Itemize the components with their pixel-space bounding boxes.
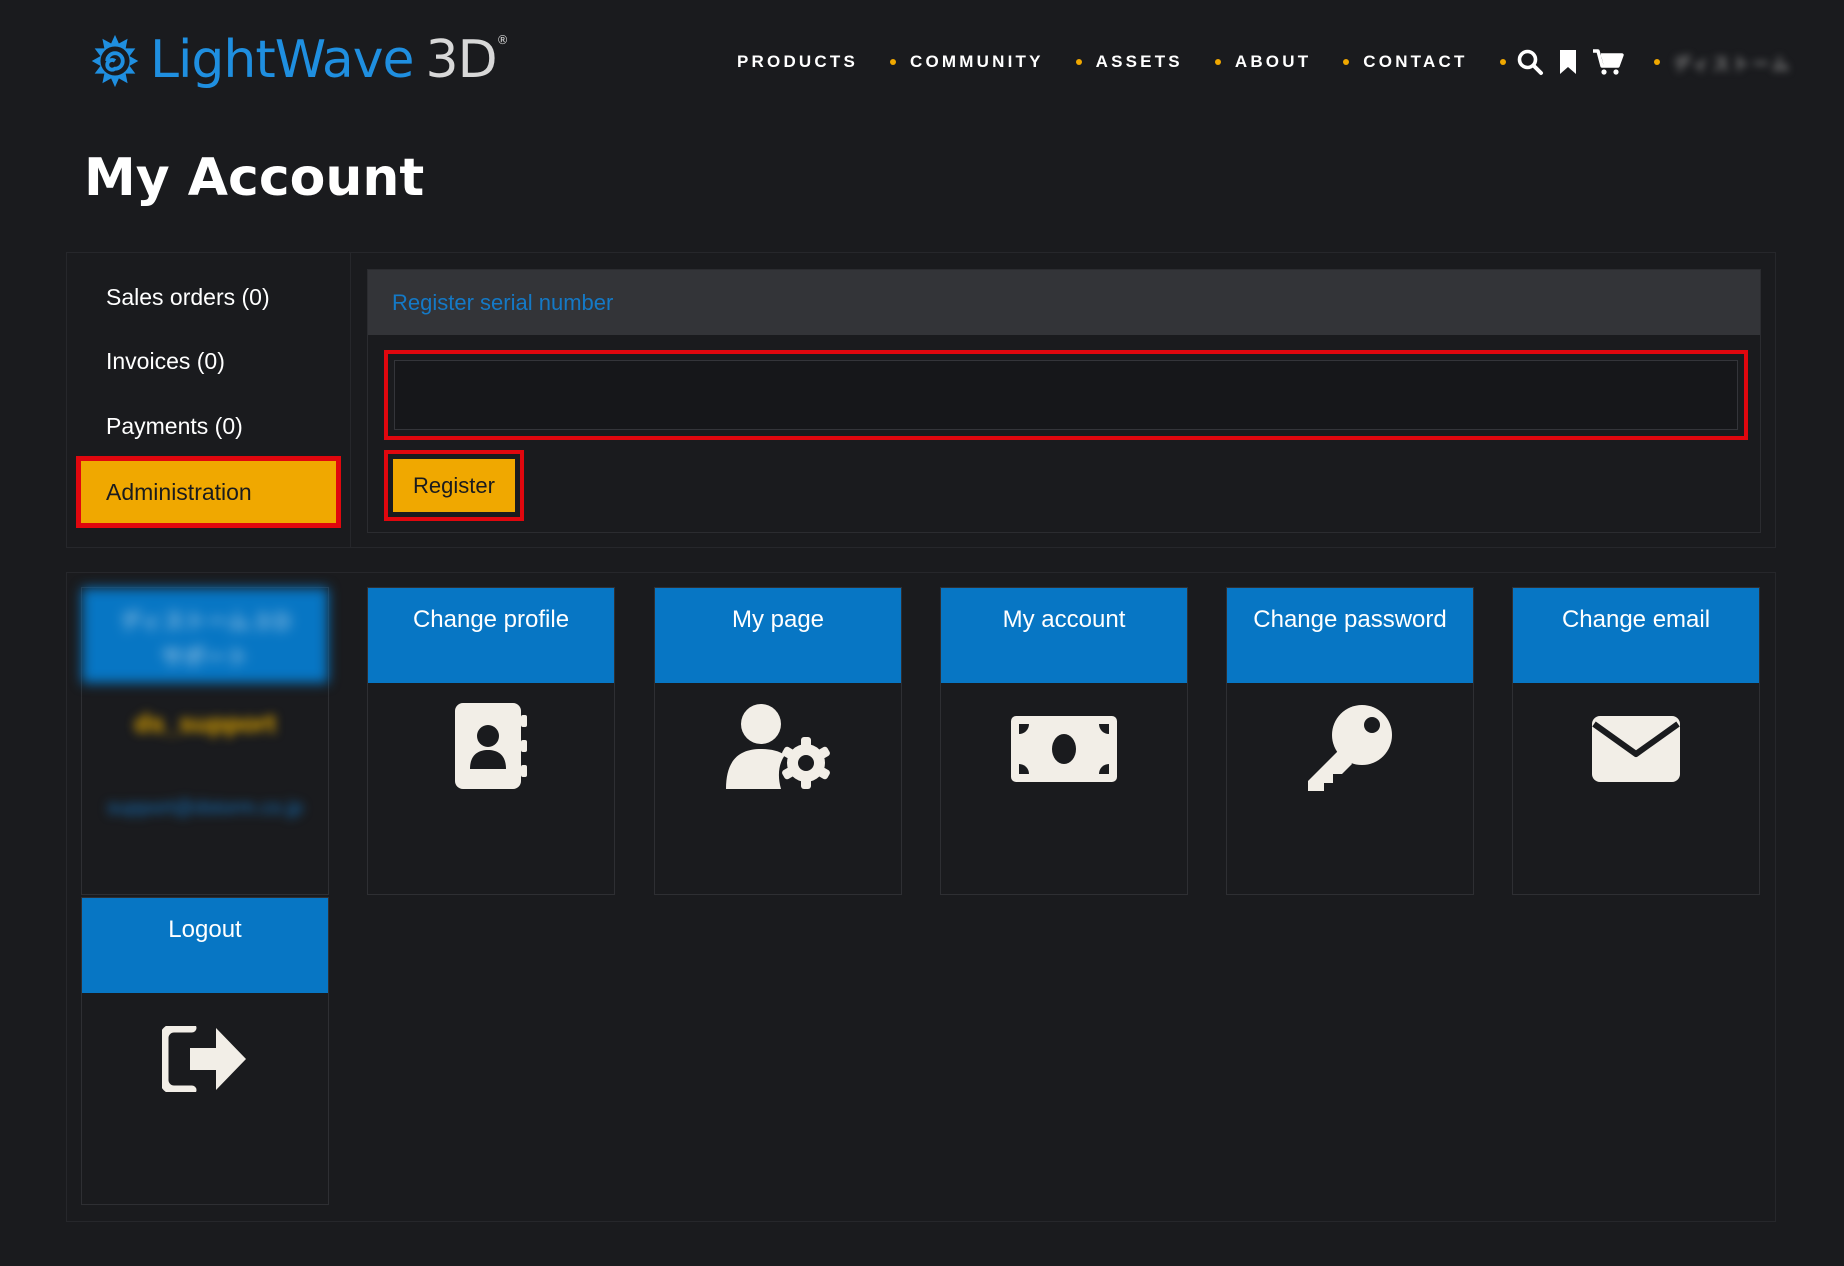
register-button[interactable]: Register (393, 459, 515, 512)
change-password-tile[interactable]: Change password (1226, 587, 1474, 895)
my-account-tile[interactable]: My account (940, 587, 1188, 895)
language-selector[interactable]: ディストーム (1674, 50, 1792, 75)
sidebar-item-payments[interactable]: Payments (0) (80, 394, 337, 458)
page-title: My Account (84, 148, 425, 208)
logo-wordmark: LightWave 3D® (150, 33, 509, 86)
nav-separator-dot (1499, 59, 1506, 65)
change-profile-label: Change profile (368, 588, 614, 683)
profile-name-line1: ディストーム 3 D (119, 609, 291, 634)
nav-separator-dot (1343, 59, 1350, 65)
account-tiles-panel: ディストーム 3 D サポート ds_support support@dstor… (66, 572, 1776, 1222)
logo-name: LightWave (150, 30, 414, 90)
my-account-label: My account (941, 588, 1187, 683)
address-book-icon (455, 703, 527, 789)
profile-name-header: ディストーム 3 D サポート (82, 588, 328, 683)
profile-name-line2: サポート (160, 645, 249, 670)
envelope-icon (1592, 716, 1680, 782)
profile-username: ds_support (134, 708, 276, 738)
nav-products[interactable]: PRODUCTS (737, 52, 858, 72)
nav-assets[interactable]: ASSETS (1096, 52, 1183, 72)
money-bill-icon (1011, 716, 1117, 782)
nav-separator-dot (1075, 59, 1082, 65)
register-serial-header: Register serial number (368, 270, 1760, 335)
logout-label: Logout (82, 898, 328, 993)
site-logo[interactable]: LightWave 3D® (84, 28, 509, 92)
profile-card: ディストーム 3 D サポート ds_support support@dstor… (81, 587, 329, 895)
cart-icon[interactable] (1592, 48, 1624, 76)
bookmark-icon[interactable] (1554, 48, 1582, 76)
serial-input-highlight (384, 350, 1748, 440)
sidebar-item-invoices[interactable]: Invoices (0) (80, 329, 337, 393)
lightwave-logo-icon (91, 34, 139, 88)
nav-separator-dot (1214, 59, 1221, 65)
user-gear-icon (726, 704, 830, 789)
change-profile-tile[interactable]: Change profile (367, 587, 615, 895)
my-page-tile[interactable]: My page (654, 587, 902, 895)
change-password-label: Change password (1227, 588, 1473, 683)
logo-registered-mark: ® (496, 33, 509, 47)
register-button-highlight: Register (384, 450, 524, 521)
logo-suffix: 3D (425, 30, 498, 90)
serial-number-input[interactable] (394, 360, 1738, 430)
nav-about[interactable]: ABOUT (1235, 52, 1311, 72)
nav-separator-dot (1653, 59, 1660, 65)
nav-contact[interactable]: CONTACT (1363, 52, 1467, 72)
profile-email[interactable]: support@dstorm.co.jp (82, 788, 328, 828)
sign-out-icon (162, 1026, 246, 1092)
register-serial-section: Register serial number Register (367, 269, 1761, 533)
site-header: LightWave 3D® PRODUCTS COMMUNITY ASSETS A… (0, 0, 1844, 125)
account-panel: Sales orders (0) Invoices (0) Payments (… (66, 252, 1776, 548)
change-email-tile[interactable]: Change email (1512, 587, 1760, 895)
nav-community[interactable]: COMMUNITY (910, 52, 1044, 72)
change-email-label: Change email (1513, 588, 1759, 683)
account-sidebar: Sales orders (0) Invoices (0) Payments (… (67, 253, 351, 547)
nav-separator-dot (890, 59, 896, 65)
sidebar-item-administration[interactable]: Administration (76, 456, 341, 528)
search-icon[interactable] (1516, 48, 1544, 76)
main-nav: PRODUCTS COMMUNITY ASSETS ABOUT CONTACT … (737, 47, 1792, 77)
sidebar-item-sales-orders[interactable]: Sales orders (0) (80, 265, 337, 329)
key-icon (1308, 705, 1392, 791)
logout-tile[interactable]: Logout (81, 897, 329, 1205)
my-page-label: My page (655, 588, 901, 683)
